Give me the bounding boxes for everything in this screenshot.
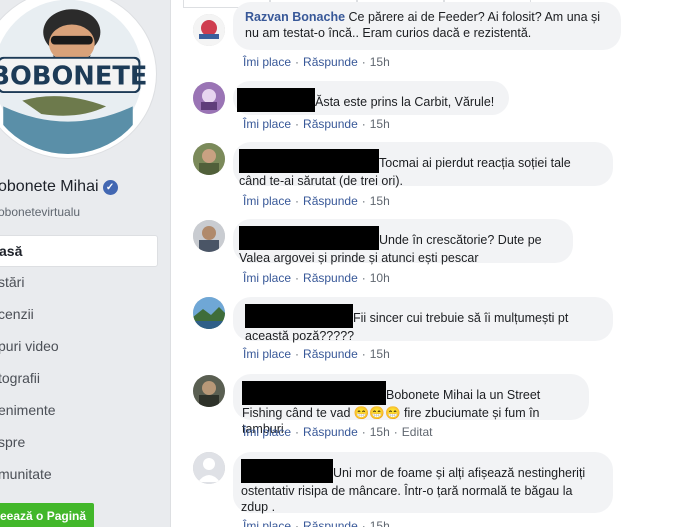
comment-text: Tocmai ai pierdut reacția soției tale câ… <box>239 149 601 189</box>
comment-actions: Îmi place · Răspunde · 15h <box>243 194 390 208</box>
comment-actions: Îmi place · Răspunde · 10h <box>243 271 390 285</box>
nav-item-info[interactable]: stări <box>0 267 158 299</box>
comment-text: Razvan Bonache Ce părere ai de Feeder? A… <box>245 9 609 41</box>
verified-badge-icon: ✓ <box>102 179 118 195</box>
commenter-avatar[interactable] <box>193 82 225 114</box>
comment-time[interactable]: 15h <box>370 55 390 69</box>
commenter-avatar[interactable] <box>193 452 225 484</box>
comment-body: Ăsta este prins la Carbit, Vărule! <box>315 95 495 109</box>
reply-link[interactable]: Răspunde <box>303 425 358 439</box>
comment-time[interactable]: 15h <box>370 425 390 439</box>
redacted-author-name <box>242 381 386 405</box>
comment-bubble: Ăsta este prins la Carbit, Vărule! <box>233 81 509 115</box>
edited-label[interactable]: Editat <box>402 425 433 439</box>
comments-panel: Razvan Bonache Ce părere ai de Feeder? A… <box>170 0 681 527</box>
reply-link[interactable]: Răspunde <box>303 271 358 285</box>
comment-text: Uni mor de foame și alți afișează nestin… <box>241 459 601 515</box>
reply-link[interactable]: Răspunde <box>303 194 358 208</box>
commenter-avatar[interactable] <box>193 14 225 46</box>
like-link[interactable]: Îmi place <box>243 425 291 439</box>
comment-time[interactable]: 15h <box>370 117 390 131</box>
page-username: obonetevirtualu <box>0 205 81 219</box>
reply-link[interactable]: Răspunde <box>303 347 358 361</box>
comment-author[interactable]: Razvan Bonache <box>245 10 345 24</box>
comment-actions: Îmi place · Răspunde · 15h · Editat <box>243 425 433 439</box>
reply-link[interactable]: Răspunde <box>303 117 358 131</box>
comment-actions: Îmi place · Răspunde · 15h <box>243 117 390 131</box>
comment-bubble: Unde în crescătorie? Dute pe Valea argov… <box>233 219 573 266</box>
redacted-author-name <box>239 226 379 250</box>
create-page-button[interactable]: eează o Pagină <box>0 503 94 527</box>
nav-item-home[interactable]: asă <box>0 235 158 267</box>
like-link[interactable]: Îmi place <box>243 271 291 285</box>
comment-bubble: Bobonete Mihai la un Street Fishing când… <box>233 374 589 436</box>
nav-item-events[interactable]: enimente <box>0 395 158 427</box>
commenter-avatar[interactable] <box>193 297 225 329</box>
comment-bubble: Tocmai ai pierdut reacția soției tale câ… <box>233 142 613 189</box>
nav-item-photos[interactable]: tografii <box>0 363 158 395</box>
commenter-avatar[interactable] <box>193 375 225 407</box>
nav-item-community[interactable]: munitate <box>0 459 158 491</box>
comment-bubble: Fii sincer cui trebuie să îi mulțumești … <box>233 297 613 344</box>
commenter-avatar[interactable] <box>193 220 225 252</box>
page-name-text[interactable]: obonete Mihai <box>0 178 99 196</box>
comment-bubble: Uni mor de foame și alți afișează nestin… <box>233 452 613 515</box>
like-link[interactable]: Îmi place <box>243 55 291 69</box>
page-name[interactable]: obonete Mihai ✓ <box>0 178 118 196</box>
bobonete-logo-image: BOBONETE <box>0 0 152 154</box>
comment-actions: Îmi place · Răspunde · 15h <box>243 55 390 69</box>
comment-text: Fii sincer cui trebuie să îi mulțumești … <box>245 304 601 344</box>
like-link[interactable]: Îmi place <box>243 519 291 527</box>
reply-link[interactable]: Răspunde <box>303 55 358 69</box>
nav-item-about[interactable]: spre <box>0 427 158 459</box>
nav-item-videos[interactable]: puri video <box>0 331 158 363</box>
comment-bubble: Razvan Bonache Ce părere ai de Feeder? A… <box>233 2 621 50</box>
page-profile-picture[interactable]: BOBONETE <box>0 0 156 158</box>
comment-time[interactable]: 15h <box>370 347 390 361</box>
page-nav-menu: asă stări cenzii puri video tografii eni… <box>0 235 158 491</box>
reply-link[interactable]: Răspunde <box>303 519 358 527</box>
comment-time[interactable]: 10h <box>370 271 390 285</box>
like-link[interactable]: Îmi place <box>243 117 291 131</box>
like-link[interactable]: Îmi place <box>243 347 291 361</box>
nav-item-reviews[interactable]: cenzii <box>0 299 158 331</box>
comment-actions: Îmi place · Răspunde · 15h <box>243 347 390 361</box>
page-sidebar: BOBONETE obonete Mihai ✓ obonetevirtualu… <box>0 0 170 527</box>
comment-text: Ăsta este prins la Carbit, Vărule! <box>237 88 497 112</box>
redacted-author-name <box>245 304 353 328</box>
redacted-author-name <box>239 149 379 173</box>
comment-actions: Îmi place · Răspunde · 15h <box>243 519 390 527</box>
comment-time[interactable]: 15h <box>370 194 390 208</box>
comment-text: Unde în crescătorie? Dute pe Valea argov… <box>239 226 561 266</box>
commenter-avatar[interactable] <box>193 143 225 175</box>
logo-text: BOBONETE <box>0 61 147 91</box>
comment-time[interactable]: 15h <box>370 519 390 527</box>
like-link[interactable]: Îmi place <box>243 194 291 208</box>
redacted-author-name <box>241 459 333 483</box>
redacted-author-name <box>237 88 315 112</box>
